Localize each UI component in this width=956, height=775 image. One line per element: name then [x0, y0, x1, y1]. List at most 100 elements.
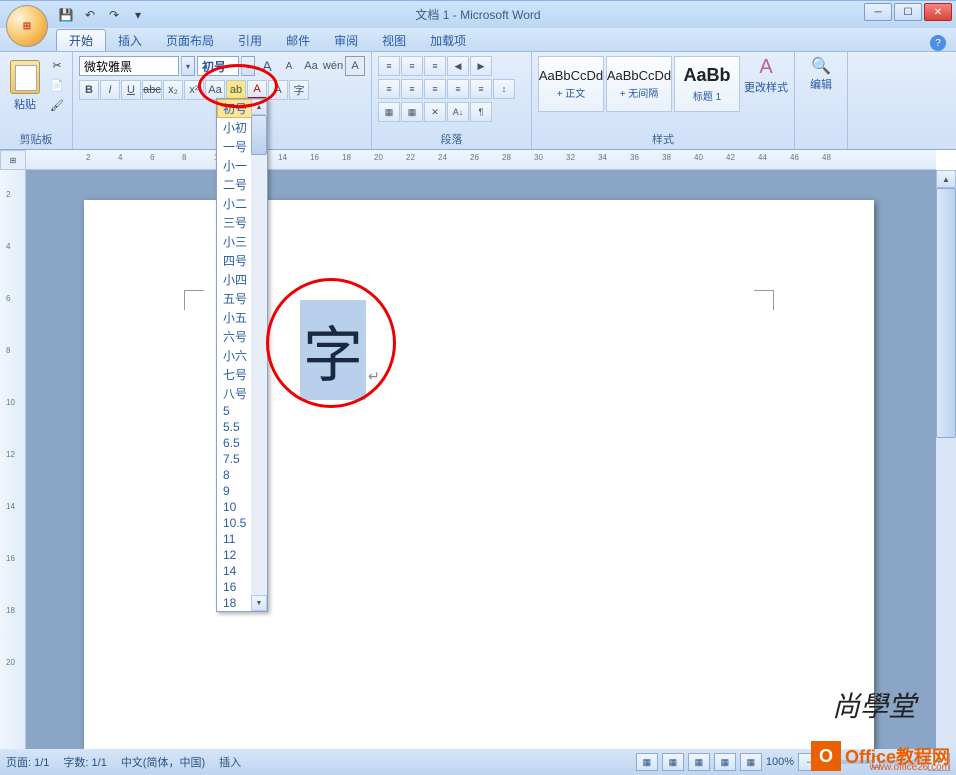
zoom-level[interactable]: 100% — [766, 756, 794, 768]
superscript-button[interactable]: x² — [184, 80, 204, 100]
status-language[interactable]: 中文(简体，中国) — [121, 754, 205, 770]
style-normal[interactable]: AaBbCcDd + 正文 — [538, 56, 604, 112]
decrease-indent-button[interactable]: ◀ — [447, 56, 469, 76]
group-edit: 🔍 编辑 — [795, 52, 848, 149]
font-size-dropdown[interactable]: ▾ — [241, 56, 255, 76]
tab-layout[interactable]: 页面布局 — [154, 30, 226, 51]
paragraph-mark-icon: ↵ — [368, 368, 380, 385]
watermark-logo: O Office教程网 — [811, 741, 950, 771]
group-label-paragraph: 段落 — [378, 129, 525, 149]
align-left-button[interactable]: ≡ — [378, 79, 400, 99]
scroll-down-button[interactable]: ▼ — [251, 595, 267, 611]
page[interactable]: 字 ↵ — [84, 200, 874, 749]
distribute-button[interactable]: ≡ — [470, 79, 492, 99]
view-draft[interactable]: ▦ — [740, 753, 762, 771]
ribbon-tabs: 开始 插入 页面布局 引用 邮件 审阅 视图 加载项 ? — [0, 28, 956, 52]
group-label-styles: 样式 — [538, 129, 788, 149]
style-heading1[interactable]: AaBb 标题 1 — [674, 56, 740, 112]
selected-text[interactable]: 字 — [300, 300, 366, 400]
vertical-ruler[interactable]: 2468101214161820 — [0, 170, 26, 749]
quick-access-toolbar: 💾 ↶ ↷ ▾ — [56, 5, 148, 25]
title-bar: ⊞ 💾 ↶ ↷ ▾ 文档 1 - Microsoft Word ─ ☐ ✕ — [0, 0, 956, 28]
scroll-up-button[interactable]: ▲ — [251, 99, 267, 115]
redo-icon[interactable]: ↷ — [104, 5, 124, 25]
status-words[interactable]: 字数: 1/1 — [63, 754, 106, 770]
tab-mailings[interactable]: 邮件 — [274, 30, 322, 51]
subscript-button[interactable]: x₂ — [163, 80, 183, 100]
bullets-button[interactable]: ≡ — [378, 56, 400, 76]
underline-button[interactable]: U — [121, 80, 141, 100]
margin-mark-tl — [184, 290, 204, 310]
undo-icon[interactable]: ↶ — [80, 5, 100, 25]
status-page[interactable]: 页面: 1/1 — [6, 754, 49, 770]
shading-button[interactable]: ▦ — [378, 102, 400, 122]
clear-format-button[interactable]: Aa — [301, 56, 321, 76]
bold-button[interactable]: B — [79, 80, 99, 100]
paste-button[interactable]: 粘贴 — [6, 56, 44, 116]
qat-more-icon[interactable]: ▾ — [128, 5, 148, 25]
view-fullscreen[interactable]: ▦ — [662, 753, 684, 771]
numbering-button[interactable]: ≡ — [401, 56, 423, 76]
change-case-button[interactable]: Aa — [205, 80, 225, 100]
char-border-button[interactable]: A — [345, 56, 365, 76]
scroll-up-icon[interactable]: ▲ — [936, 170, 956, 188]
font-name-dropdown[interactable]: ▾ — [181, 56, 195, 76]
format-painter-button[interactable]: 🖌 — [48, 96, 66, 114]
sort-button[interactable]: A↓ — [447, 102, 469, 122]
show-marks-button[interactable]: ¶ — [470, 102, 492, 122]
view-print-layout[interactable]: ▦ — [636, 753, 658, 771]
horizontal-ruler[interactable]: 2468101214161820222426283032343638404244… — [26, 150, 936, 170]
tab-review[interactable]: 审阅 — [322, 30, 370, 51]
dropdown-scrollbar[interactable]: ▲ ▼ — [251, 99, 267, 611]
vertical-scrollbar[interactable]: ▲ — [936, 170, 956, 749]
font-size-combo[interactable]: 初号 — [197, 56, 239, 76]
align-center-button[interactable]: ≡ — [401, 79, 423, 99]
maximize-button[interactable]: ☐ — [894, 3, 922, 21]
font-size-dropdown-list[interactable]: 初号小初一号小一二号小二三号小三四号小四五号小五六号小六七号八号55.56.57… — [216, 98, 268, 612]
close-button[interactable]: ✕ — [924, 3, 952, 21]
char-shading-button[interactable]: A — [268, 80, 288, 100]
watermark-brand: 尚學堂 — [832, 685, 916, 725]
phonetic-button[interactable]: wén — [323, 56, 343, 76]
save-icon[interactable]: 💾 — [56, 5, 76, 25]
paste-icon — [10, 60, 40, 94]
increase-indent-button[interactable]: ▶ — [470, 56, 492, 76]
view-outline[interactable]: ▦ — [714, 753, 736, 771]
group-styles: AaBbCcDd + 正文 AaBbCcDd + 无间隔 AaBb 标题 1 A… — [532, 52, 795, 149]
snap-button[interactable]: ✕ — [424, 102, 446, 122]
tab-insert[interactable]: 插入 — [106, 30, 154, 51]
edit-button[interactable]: 🔍 编辑 — [801, 56, 841, 92]
group-label-clipboard: 剪贴板 — [6, 129, 66, 149]
enclose-char-button[interactable]: 字 — [289, 80, 309, 100]
group-clipboard: 粘贴 ✂ 📄 🖌 剪贴板 — [0, 52, 73, 149]
minimize-button[interactable]: ─ — [864, 3, 892, 21]
tab-home[interactable]: 开始 — [56, 29, 106, 51]
borders-button[interactable]: ▦ — [401, 102, 423, 122]
grow-font-button[interactable]: A — [257, 56, 277, 76]
document-area[interactable]: 字 ↵ — [26, 170, 936, 749]
font-name-combo[interactable]: 微软雅黑 — [79, 56, 179, 76]
tab-view[interactable]: 视图 — [370, 30, 418, 51]
copy-button[interactable]: 📄 — [48, 76, 66, 94]
vscroll-thumb[interactable] — [936, 188, 956, 438]
justify-button[interactable]: ≡ — [447, 79, 469, 99]
status-insert-mode[interactable]: 插入 — [219, 754, 241, 770]
office-button[interactable]: ⊞ — [6, 5, 48, 47]
tab-addins[interactable]: 加载项 — [418, 30, 478, 51]
scroll-thumb[interactable] — [251, 115, 267, 155]
line-spacing-button[interactable]: ↕ — [493, 79, 515, 99]
multilevel-button[interactable]: ≡ — [424, 56, 446, 76]
italic-button[interactable]: I — [100, 80, 120, 100]
ruler-corner[interactable]: ⊞ — [0, 150, 26, 170]
cut-button[interactable]: ✂ — [48, 56, 66, 74]
style-nospacing[interactable]: AaBbCcDd + 无间隔 — [606, 56, 672, 112]
tab-references[interactable]: 引用 — [226, 30, 274, 51]
shrink-font-button[interactable]: A — [279, 56, 299, 76]
help-button[interactable]: ? — [930, 35, 946, 51]
highlight-button[interactable]: ab — [226, 80, 246, 100]
change-styles-button[interactable]: A 更改样式 — [744, 56, 788, 95]
align-right-button[interactable]: ≡ — [424, 79, 446, 99]
font-color-button[interactable]: A — [247, 80, 267, 100]
strike-button[interactable]: abc — [142, 80, 162, 100]
view-web[interactable]: ▦ — [688, 753, 710, 771]
